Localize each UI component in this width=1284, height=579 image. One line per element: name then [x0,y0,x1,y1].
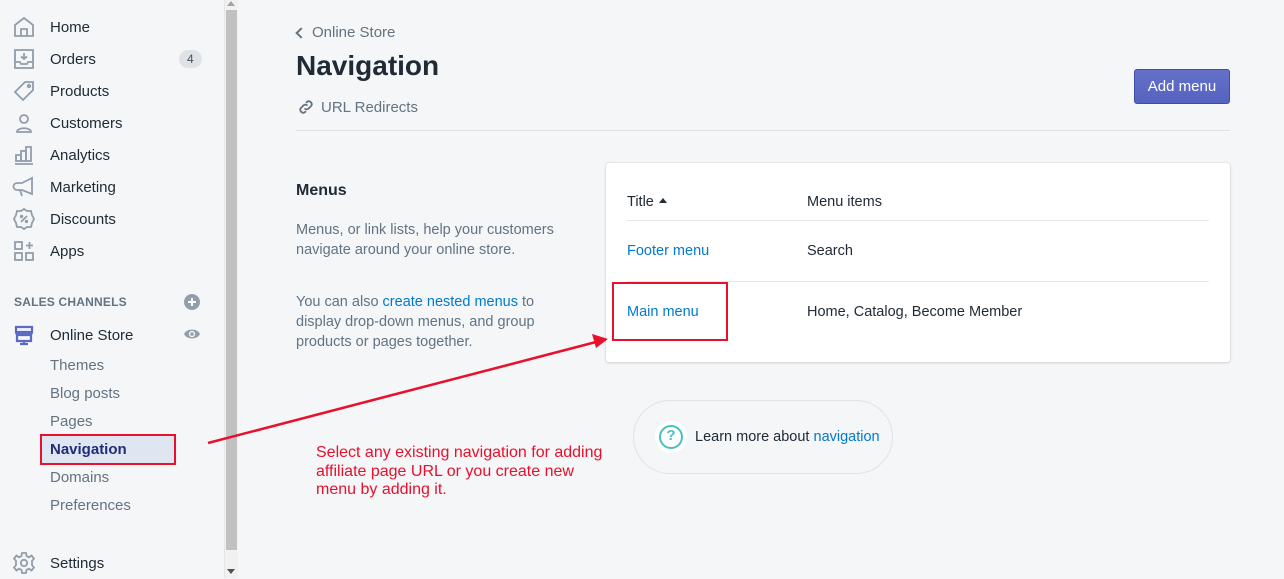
learn-more-prefix: Learn more about [695,429,814,445]
url-redirects-link[interactable]: URL Redirects [297,98,418,116]
sidebar-subitem-domains[interactable]: Domains [50,469,109,486]
create-nested-menus-link[interactable]: create nested menus [383,294,518,310]
header-divider [296,130,1230,131]
sidebar-subitem-preferences[interactable]: Preferences [50,497,131,514]
orders-count-badge: 4 [179,50,202,68]
breadcrumb-label: Online Store [312,24,396,41]
annotation-text: Select any existing navigation for addin… [316,444,603,498]
sidebar-subitem-navigation[interactable]: Navigation [40,434,176,465]
column-header-menu-items: Menu items [807,194,882,210]
chevron-left-icon [295,26,307,39]
add-sales-channel-button[interactable] [184,294,200,310]
sidebar-item-products[interactable]: Products [0,75,224,107]
gear-icon [12,552,36,574]
home-icon [14,16,34,37]
column-header-title[interactable]: Title [627,194,667,210]
sidebar: Home Orders 4 Products Customers Analyti… [0,0,224,578]
page-title: Navigation [296,50,440,81]
apps-icon [14,241,34,261]
sidebar-scrollbar[interactable] [224,0,238,578]
menu-items-cell: Home, Catalog, Become Member [807,304,1023,320]
scrollbar-thumb[interactable] [226,10,237,550]
sidebar-item-home[interactable]: Home [0,11,224,43]
sidebar-item-label: Settings [50,554,105,572]
menu-title-link[interactable]: Footer menu [627,243,709,259]
url-redirects-label: URL Redirects [321,98,418,116]
person-icon [16,114,32,133]
sidebar-item-online-store[interactable]: Online Store [0,319,224,351]
menus-heading: Menus [296,182,347,199]
help-question-icon: ? [655,421,687,453]
learn-more-navigation-link[interactable]: navigation [814,429,880,445]
add-menu-button[interactable]: Add menu [1134,69,1230,104]
annotation-highlight-box [612,282,728,341]
sort-ascending-icon [658,198,667,203]
sales-channels-heading: SALES CHANNELS [14,295,127,309]
row-divider [627,220,1209,221]
eye-icon[interactable] [183,327,201,341]
sidebar-item-label: Marketing [50,178,116,196]
link-icon [299,100,313,114]
sidebar-subitem-label: Navigation [50,441,127,458]
annotation-arrow-line [207,340,597,445]
learn-more-callout: ? Learn more about navigation [633,400,893,474]
sidebar-item-marketing[interactable]: Marketing [0,171,224,203]
sidebar-item-label: Customers [50,114,123,132]
learn-more-text: Learn more about navigation [695,429,880,445]
sidebar-item-label: Analytics [50,146,111,164]
megaphone-icon [12,176,33,197]
sidebar-item-analytics[interactable]: Analytics [0,139,224,171]
store-icon [14,325,34,346]
sidebar-item-settings[interactable]: Settings [0,547,224,579]
menu-items-cell: Search [807,243,853,259]
sidebar-item-apps[interactable]: Apps [0,235,224,267]
sidebar-item-label: Apps [50,242,85,260]
sidebar-item-label: Home [50,18,91,36]
sidebar-item-label: Products [50,82,110,100]
scroll-down-arrow-icon[interactable] [227,569,235,574]
sidebar-item-discounts[interactable]: Discounts [0,203,224,235]
nested-prefix: You can also [296,294,383,310]
sidebar-item-label: Orders [50,50,96,68]
nested-menus-description: You can also create nested menus to disp… [296,292,556,352]
bar-chart-icon [15,146,33,165]
sidebar-item-orders[interactable]: Orders 4 [0,43,224,75]
scroll-up-arrow-icon[interactable] [227,1,235,6]
tag-icon [13,81,34,102]
sidebar-subitem-pages[interactable]: Pages [50,413,93,430]
column-header-label: Title [627,194,654,210]
sidebar-item-label: Discounts [50,210,116,228]
sidebar-item-customers[interactable]: Customers [0,107,224,139]
menus-description: Menus, or link lists, help your customer… [296,222,554,258]
discount-icon [12,207,36,231]
orders-icon [14,49,34,69]
sidebar-item-label: Online Store [50,326,134,344]
sidebar-subitem-blog-posts[interactable]: Blog posts [50,385,120,402]
sidebar-subitem-themes[interactable]: Themes [50,357,104,374]
breadcrumb-back-link[interactable]: Online Store [294,24,395,41]
